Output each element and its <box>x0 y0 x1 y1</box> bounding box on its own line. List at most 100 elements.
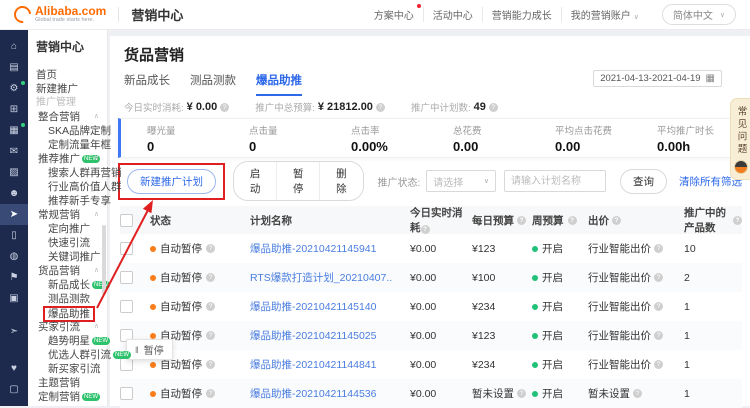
document-icon[interactable]: ▯ <box>0 225 28 246</box>
bulk-action-button[interactable]: 暂停 <box>276 162 319 200</box>
info-icon[interactable] <box>654 244 663 253</box>
language-selector[interactable]: 简体中文 ∨ <box>662 4 736 25</box>
header-nav-item[interactable]: 我的营销账户∨ <box>561 7 648 22</box>
camera-icon[interactable]: ▢ <box>0 379 28 400</box>
info-icon[interactable] <box>733 216 742 225</box>
sidebar-item[interactable]: SKA品牌定制 <box>28 124 107 138</box>
query-button[interactable]: 查询 <box>620 169 667 194</box>
sidebar-item[interactable]: 定制流量年框 <box>28 138 107 152</box>
sidebar-item[interactable]: 常规营销∧ <box>28 208 107 222</box>
send-icon[interactable]: ➣ <box>0 321 28 342</box>
info-icon[interactable] <box>206 244 215 253</box>
bell-icon[interactable]: ⚑ <box>0 267 28 288</box>
sidebar-item[interactable]: 搜索人群再营销 <box>28 166 107 180</box>
sidebar-item[interactable]: 推荐新手专享 <box>28 194 107 208</box>
globe-icon[interactable]: ◍ <box>0 246 28 267</box>
sidebar-item[interactable]: 快速引流 <box>28 236 107 250</box>
info-icon[interactable] <box>517 216 526 225</box>
table-row: 自动暂停爆品助推-20210421145025¥0.00¥123开启行业智能出价… <box>120 321 742 350</box>
header-nav-item[interactable]: 活动中心 <box>423 7 482 22</box>
row-checkbox-cell <box>120 271 150 284</box>
info-icon[interactable] <box>612 216 621 225</box>
collapse-arrow-icon[interactable]: ∧ <box>94 264 99 278</box>
new-plan-button[interactable]: 新建推广计划 <box>127 169 216 194</box>
sidebar-item[interactable]: 主题营销 <box>28 376 107 390</box>
plan-name-link[interactable]: 爆品助推-20210421144536 <box>250 388 376 400</box>
info-icon[interactable] <box>206 302 215 311</box>
faq-widget[interactable]: 常见问题 <box>730 98 750 180</box>
sidebar-item[interactable]: 行业高价值人群 <box>28 180 107 194</box>
sidebar-item[interactable]: 关键词推广 <box>28 250 107 264</box>
collapse-arrow-icon[interactable]: ∧ <box>94 110 99 124</box>
pause-tooltip[interactable]: ‖ 暂停 <box>126 339 173 360</box>
info-icon[interactable] <box>376 103 385 112</box>
calendar-icon[interactable]: ▦ <box>0 120 28 141</box>
tab-item[interactable]: 测品测款 <box>190 72 236 96</box>
info-icon[interactable] <box>654 331 663 340</box>
tab-item[interactable]: 新品成长 <box>124 72 170 96</box>
tab-active[interactable]: 爆品助推 <box>256 72 302 96</box>
info-icon[interactable] <box>633 389 642 398</box>
header-nav-item[interactable]: 方案中心 <box>365 7 423 22</box>
info-icon[interactable] <box>421 225 430 234</box>
sidebar-item[interactable]: 测品测款 <box>28 292 107 306</box>
info-icon[interactable] <box>654 302 663 311</box>
sidebar-item[interactable]: 新建推广 <box>28 82 107 96</box>
info-icon[interactable] <box>206 360 215 369</box>
apps-icon[interactable]: ⊞ <box>0 99 28 120</box>
collapse-arrow-icon[interactable]: ∧ <box>94 152 99 166</box>
sidebar-item[interactable]: 优选人群引流NEW <box>28 348 107 362</box>
alibaba-logo[interactable]: Alibaba.com Global trade starts here. <box>14 5 106 24</box>
plan-name-link[interactable]: RTS爆款打造计划_20210407.. <box>250 272 392 284</box>
plan-name-link[interactable]: 爆品助推-20210421145025 <box>250 330 376 342</box>
info-icon[interactable] <box>654 360 663 369</box>
settings-icon[interactable]: ⚙ <box>0 78 28 99</box>
header-nav-item[interactable]: 营销能力成长 <box>482 7 561 22</box>
collapse-arrow-icon[interactable]: ∧ <box>94 208 99 222</box>
row-checkbox[interactable] <box>120 300 133 313</box>
info-icon[interactable] <box>206 331 215 340</box>
status-select[interactable]: 请选择 ∨ <box>426 170 496 192</box>
sidebar-item[interactable]: 新品成长NEW <box>28 278 107 292</box>
info-icon[interactable] <box>517 389 526 398</box>
sidebar-item[interactable]: 首页 <box>28 68 107 82</box>
chart-icon[interactable]: ▨ <box>0 162 28 183</box>
sidebar-item[interactable]: 推荐推广NEW∧ <box>28 152 107 166</box>
column-header: 状态 <box>150 213 250 228</box>
bulk-action-button[interactable]: 启动 <box>234 162 276 200</box>
home-icon[interactable]: ⌂ <box>0 36 28 57</box>
sidebar-item[interactable]: 爆品助推 <box>28 306 107 320</box>
plan-name-link[interactable]: 爆品助推-20210421145140 <box>250 301 376 313</box>
info-icon[interactable] <box>206 273 215 282</box>
row-checkbox[interactable] <box>120 242 133 255</box>
sidebar-item[interactable]: 货品营销∧ <box>28 264 107 278</box>
briefcase-icon[interactable]: ▣ <box>0 288 28 309</box>
info-icon[interactable] <box>489 103 498 112</box>
message-icon[interactable]: ✉ <box>0 141 28 162</box>
collapse-arrow-icon[interactable]: ∧ <box>94 320 99 334</box>
customer-icon[interactable]: ☻ <box>0 183 28 204</box>
sidebar-item[interactable]: 新买家引流 <box>28 362 107 376</box>
select-all-checkbox[interactable] <box>120 214 133 227</box>
info-icon[interactable] <box>206 389 215 398</box>
promotion-icon[interactable]: ➤ <box>0 204 28 225</box>
row-checkbox[interactable] <box>120 387 133 400</box>
sidebar-item[interactable]: 买家引流∧ <box>28 320 107 334</box>
plan-name-link[interactable]: 爆品助推-20210421144841 <box>250 359 376 371</box>
sidebar-item[interactable]: 定制营销NEW <box>28 390 107 404</box>
sidebar-item[interactable]: 定向推广 <box>28 222 107 236</box>
sidebar-scrollbar[interactable] <box>102 225 106 295</box>
heart-icon[interactable]: ♥ <box>0 358 28 379</box>
info-icon[interactable] <box>220 103 229 112</box>
orders-icon[interactable]: ▤ <box>0 57 28 78</box>
date-range-picker[interactable]: 2021-04-13-2021-04-19 ▦ <box>593 70 722 87</box>
info-icon[interactable] <box>568 216 577 225</box>
info-icon[interactable] <box>654 273 663 282</box>
main-content: 货品营销 新品成长测品测款爆品助推 2021-04-13-2021-04-19 … <box>110 36 750 406</box>
plan-name-link[interactable]: 爆品助推-20210421145941 <box>250 243 376 255</box>
bulk-action-button[interactable]: 删除 <box>319 162 362 200</box>
row-checkbox[interactable] <box>120 271 133 284</box>
plan-name-input[interactable] <box>504 170 606 192</box>
sidebar-item[interactable]: 趋势明星NEW <box>28 334 107 348</box>
sidebar-item[interactable]: 整合营销∧ <box>28 110 107 124</box>
